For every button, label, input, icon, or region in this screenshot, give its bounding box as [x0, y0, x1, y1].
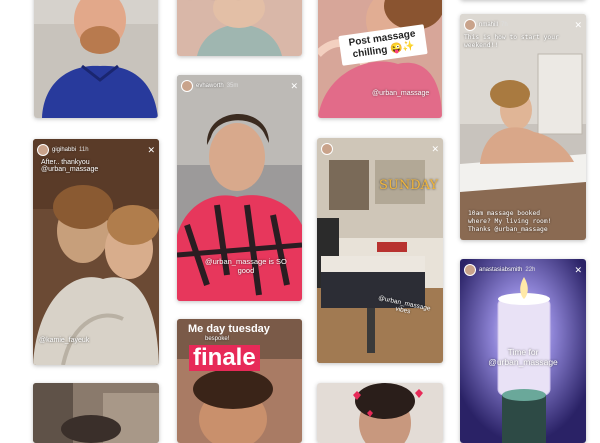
avatar[interactable] — [37, 144, 49, 156]
username[interactable]: nmahill — [479, 22, 498, 28]
close-icon[interactable]: ✕ — [147, 145, 155, 155]
story-photo-room — [33, 383, 159, 443]
username[interactable]: anastasiabsmith — [479, 267, 522, 273]
mention-text[interactable]: @urban_massage — [372, 90, 429, 97]
close-icon[interactable]: ✕ — [290, 81, 298, 91]
story-photo-woman-top — [177, 0, 302, 56]
overlay-subtitle: bespoke! — [205, 336, 230, 342]
caption-line: 10am massage booked — [468, 210, 541, 217]
close-icon[interactable]: ✕ — [574, 265, 582, 275]
story-header: gigihabbi 11h ✕ — [37, 143, 155, 157]
avatar[interactable] — [464, 264, 476, 276]
mention-tag[interactable]: @kamie_fayeuk — [39, 337, 89, 344]
story-card-meday[interactable]: Me day tuesday bespoke! finale — [177, 319, 302, 443]
story-card-post[interactable]: Post massage chilling 😜✨ @urban_massage — [318, 0, 442, 118]
timestamp: 22h — [525, 267, 536, 273]
close-icon[interactable]: ✕ — [574, 20, 582, 30]
caption-line: Thanks @urban_massage — [468, 226, 548, 233]
timestamp: 11h — [79, 147, 89, 153]
caption-line: After.. thankyou — [41, 159, 90, 166]
caption-line: This is how to start your — [464, 34, 559, 41]
caption-line: where? My living room! — [468, 218, 552, 225]
caption-line: @urban_massage — [41, 166, 99, 173]
story-photo-man — [34, 0, 158, 118]
story-caption: @urban_massage is SO good — [205, 257, 287, 275]
story-photo-massage-room — [317, 138, 443, 363]
story-header: evhaworth 35m ✕ — [181, 79, 298, 93]
story-photo-hearts — [317, 383, 443, 443]
caption-line: Time for — [507, 347, 539, 357]
story-card-top-middle[interactable]: @urban_massage — [177, 0, 302, 56]
story-card-weekend[interactable]: nmahill 7h ✕ This is how to start your w… — [460, 14, 586, 240]
story-caption-top: This is how to start your weekend!! — [464, 34, 559, 50]
story-card-bottom-third[interactable] — [317, 383, 443, 443]
story-card-evhaworth[interactable]: evhaworth 35m ✕ @urban_massage is SO goo… — [177, 75, 302, 301]
story-header: ✕ — [321, 142, 439, 156]
story-card-anastasia[interactable]: anastasiabsmith 22h ✕ Time for @urban_ma… — [460, 259, 586, 443]
story-card-gigihabbi[interactable]: gigihabbi 11h ✕ After.. thankyou @urban_… — [33, 139, 159, 365]
story-card-sunday[interactable]: ✕ SUNDAY @urban_massage vibes — [317, 138, 443, 363]
story-caption-bottom: 10am massage booked where? My living roo… — [468, 210, 551, 234]
story-caption: Time for @urban_massage — [480, 347, 566, 367]
timestamp: 35m — [226, 83, 239, 89]
overlay-big-text: finale — [189, 345, 260, 371]
story-header: nmahill 7h ✕ — [464, 18, 582, 32]
story-card-man[interactable] — [34, 0, 158, 118]
story-photo-woman-bottom — [177, 319, 302, 443]
avatar[interactable] — [321, 143, 333, 155]
sunday-sticker: SUNDAY — [379, 178, 439, 193]
username[interactable]: evhaworth — [196, 83, 224, 89]
caption-line: @urban_massage — [488, 357, 558, 367]
caption-line: good — [237, 266, 255, 275]
username[interactable]: gigihabbi — [52, 147, 76, 153]
timestamp: 7h — [501, 22, 508, 28]
story-header: anastasiabsmith 22h ✕ — [464, 263, 582, 277]
caption-line: @urban_massage is SO — [205, 257, 287, 266]
story-caption: After.. thankyou @urban_massage — [41, 159, 98, 173]
avatar[interactable] — [181, 80, 193, 92]
close-icon[interactable]: ✕ — [431, 144, 439, 154]
overlay-title: Me day tuesday — [188, 323, 270, 335]
avatar[interactable] — [464, 19, 476, 31]
story-card-bottom-left[interactable] — [33, 383, 159, 443]
caption-line: weekend!! — [464, 42, 499, 49]
